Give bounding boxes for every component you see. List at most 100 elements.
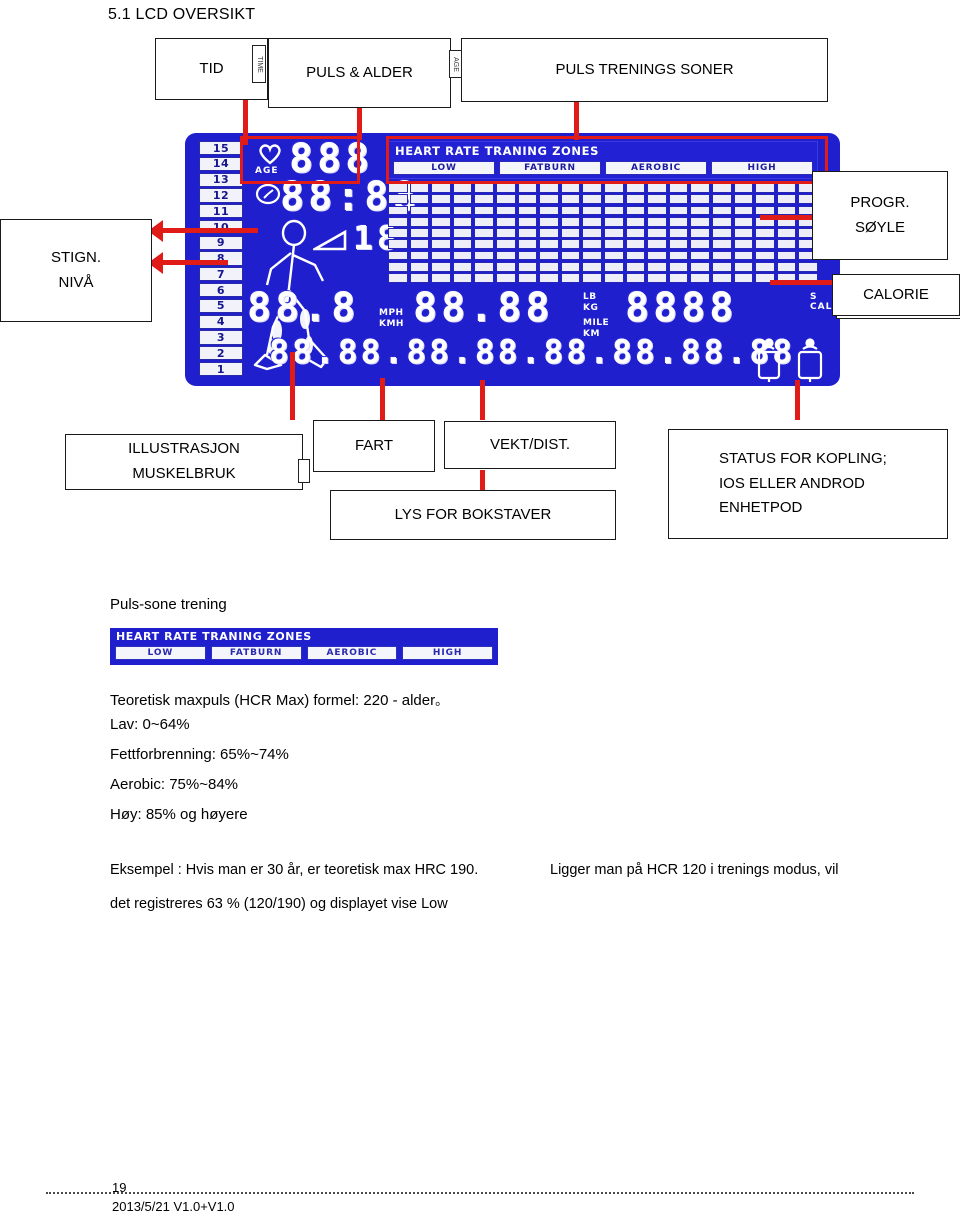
program-grid-cell xyxy=(755,228,775,238)
program-grid-cell xyxy=(712,262,732,272)
level-item: 13 xyxy=(199,172,243,187)
page-title: 5.1 LCD OVERSIKT xyxy=(108,6,256,23)
level-item: 1 xyxy=(199,361,243,377)
callout-calorie[interactable]: CALORIE xyxy=(832,274,960,316)
program-grid-cell xyxy=(409,183,430,193)
program-grid-cell xyxy=(560,239,581,250)
program-grid-column xyxy=(452,183,473,283)
program-grid-cell xyxy=(409,216,430,227)
program-grid-cell xyxy=(474,262,494,272)
callout-status-kopling[interactable]: STATUS FOR KOPLING; IOS ELLER ANDROD ENH… xyxy=(668,429,948,539)
callout-vekt-dist[interactable]: VEKT/DIST. xyxy=(444,421,616,469)
level-item: 6 xyxy=(199,283,243,298)
weight-unit-kg: KG xyxy=(583,303,599,313)
program-grid-column xyxy=(625,183,646,283)
level-item: 14 xyxy=(199,156,243,171)
calorie-row: 8888 xyxy=(625,288,737,328)
callout-tid-label: TID xyxy=(199,59,224,77)
program-grid-cell xyxy=(474,228,494,238)
program-grid-cell xyxy=(712,205,732,216)
program-grid-cell xyxy=(625,183,646,193)
program-grid-cell xyxy=(733,205,754,216)
level-item: 15 xyxy=(199,141,243,156)
program-grid-cell xyxy=(388,194,408,204)
leader-line-progr xyxy=(760,215,812,220)
program-grid-cell xyxy=(582,194,602,204)
callout-puls-soner[interactable]: PULS TRENINGS SONER xyxy=(461,38,828,102)
leader-line-puls-soner xyxy=(574,100,579,140)
document-page: 5.1 LCD OVERSIKT 15 14 13 12 11 10 9 8 7… xyxy=(0,0,960,1225)
connector-illustrasjon xyxy=(298,459,310,483)
program-grid-cell xyxy=(474,250,494,261)
level-item: 3 xyxy=(199,330,243,345)
program-grid-column xyxy=(582,183,602,283)
leader-line-status xyxy=(795,380,800,420)
program-grid-cell xyxy=(496,216,516,227)
program-grid-column xyxy=(712,183,732,283)
program-grid-cell xyxy=(604,205,624,216)
program-grid-cell xyxy=(409,262,430,272)
program-grid-cell xyxy=(560,273,581,283)
program-grid-cell xyxy=(776,262,797,272)
program-grid-cell xyxy=(409,228,430,238)
highlight-zones xyxy=(386,136,828,184)
program-grid-cell xyxy=(431,228,451,238)
program-grid-cell xyxy=(668,183,689,193)
program-grid-cell xyxy=(668,216,689,227)
level-item: 5 xyxy=(199,298,243,313)
callout-fart-label: FART xyxy=(354,436,394,454)
program-grid-cell xyxy=(560,216,581,227)
callout-progr-soyle[interactable]: PROGR. SØYLE xyxy=(812,171,948,260)
program-grid-cell xyxy=(474,183,494,193)
program-grid-cell xyxy=(496,239,516,250)
program-grid-cell xyxy=(496,205,516,216)
callout-status-line2: IOS ELLER ANDROD xyxy=(719,474,865,492)
program-grid-cell xyxy=(582,216,602,227)
program-grid-cell xyxy=(539,250,559,261)
program-grid-cell xyxy=(517,228,538,238)
program-grid-cell xyxy=(517,183,538,193)
program-grid-cell xyxy=(733,250,754,261)
program-grid-cell xyxy=(733,228,754,238)
program-grid-cell xyxy=(755,205,775,216)
speed-unit-mph: MPH xyxy=(379,308,404,318)
program-grid-cell xyxy=(388,183,408,193)
example-line-1a: Eksempel : Hvis man er 30 år, er teoreti… xyxy=(110,862,479,878)
program-grid-cell xyxy=(431,273,451,283)
program-grid-cell xyxy=(431,183,451,193)
program-grid-cell xyxy=(712,228,732,238)
program-grid-cell xyxy=(647,228,667,238)
callout-illustrasjon-muskelbruk[interactable]: ILLUSTRASJON MUSKELBRUK xyxy=(65,434,303,490)
subsection-title: Puls-sone trening xyxy=(110,596,227,613)
program-grid-cell xyxy=(625,194,646,204)
program-grid-cell xyxy=(690,239,710,250)
highlight-puls-alder xyxy=(240,136,360,184)
callout-stign-niva[interactable]: STIGN. NIVÅ xyxy=(0,219,152,322)
program-grid-cell xyxy=(798,262,818,272)
callout-puls-alder[interactable]: PULS & ALDER xyxy=(268,38,451,108)
program-grid-cell xyxy=(625,262,646,272)
program-grid-cell xyxy=(690,273,710,283)
callout-status-line3: ENHETPOD xyxy=(719,499,803,517)
program-grid-cell xyxy=(604,183,624,193)
program-grid-cell xyxy=(496,273,516,283)
callout-fart[interactable]: FART xyxy=(313,420,435,472)
program-grid-cell xyxy=(733,273,754,283)
program-grid-cell xyxy=(604,239,624,250)
program-grid-cell xyxy=(452,239,473,250)
callout-calorie-label: CALORIE xyxy=(863,285,929,303)
program-grid-cell xyxy=(647,183,667,193)
program-grid-cell xyxy=(452,205,473,216)
program-grid-cell xyxy=(474,216,494,227)
program-grid-cell xyxy=(776,183,797,193)
distance-row: 88.88 xyxy=(413,288,553,328)
program-grid-cell xyxy=(539,183,559,193)
program-grid-column xyxy=(496,183,516,283)
connector-tid-label: TIME xyxy=(255,55,263,73)
program-grid-cell xyxy=(582,273,602,283)
program-grid-cell xyxy=(388,250,408,261)
callout-lys-bokstaver[interactable]: LYS FOR BOKSTAVER xyxy=(330,490,616,540)
program-grid-column xyxy=(755,183,775,283)
leader-line-illustrasjon xyxy=(290,352,295,420)
clock-icon xyxy=(255,181,281,207)
